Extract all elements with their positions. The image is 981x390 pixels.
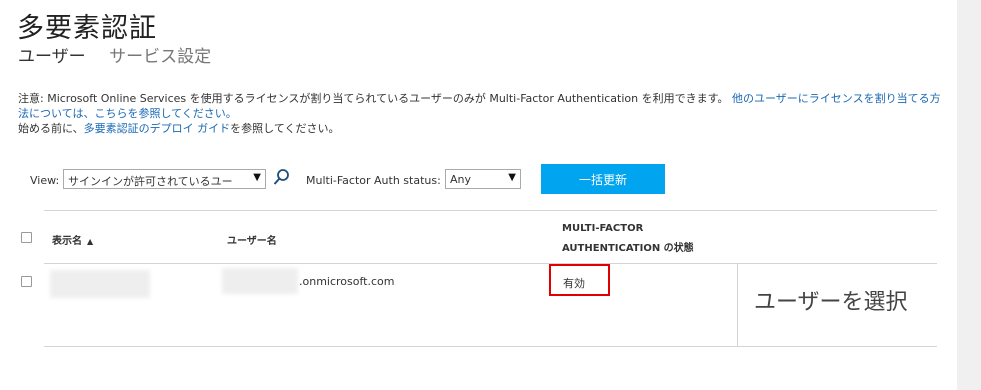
mfa-status-value: 有効 bbox=[563, 277, 585, 290]
view-label: View: bbox=[30, 174, 60, 187]
mfa-page: 多要素認証 ユーザー サービス設定 注意: Microsoft Online S… bbox=[0, 0, 981, 390]
user-name-domain: .onmicrosoft.com bbox=[299, 275, 395, 288]
mfa-status-select[interactable]: Any ▼ bbox=[445, 169, 521, 189]
mfa-status-label: Multi-Factor Auth status: bbox=[306, 174, 441, 187]
mfa-status-header-line1[interactable]: MULTI-FACTOR bbox=[562, 223, 643, 234]
bulk-update-button[interactable]: 一括更新 bbox=[541, 164, 665, 194]
table-row[interactable]: .onmicrosoft.com 有効 bbox=[0, 264, 737, 346]
sort-ascending-icon: ▲ bbox=[87, 237, 94, 246]
notice-text: 注意: Microsoft Online Services を使用するライセンス… bbox=[18, 91, 948, 136]
select-all-checkbox[interactable] bbox=[21, 232, 32, 243]
tab-users[interactable]: ユーザー bbox=[18, 42, 86, 67]
row-checkbox[interactable] bbox=[21, 276, 32, 287]
redacted-user-name bbox=[222, 268, 298, 294]
table-header-row: 表示名 ▲ ユーザー名 MULTI-FACTOR AUTHENTICATION の… bbox=[0, 218, 937, 262]
select-user-panel: ユーザーを選択 bbox=[737, 264, 938, 346]
mfa-status-select-value: Any bbox=[450, 173, 472, 186]
table-top-divider bbox=[44, 210, 937, 211]
page-title: 多要素認証 bbox=[17, 13, 157, 44]
mfa-status-header-line2: AUTHENTICATION の状態 bbox=[562, 243, 694, 254]
notice-line2-suffix: を参照してください。 bbox=[230, 122, 340, 135]
chevron-down-icon: ▼ bbox=[508, 172, 516, 183]
select-user-text: ユーザーを選択 bbox=[754, 290, 908, 315]
view-select[interactable]: サインインが許可されているユー ▼ bbox=[63, 169, 266, 189]
filter-bar: View: サインインが許可されているユー ▼ Multi-Factor Aut… bbox=[30, 164, 730, 194]
display-name-header[interactable]: 表示名 ▲ bbox=[52, 232, 93, 247]
redacted-display-name bbox=[50, 270, 150, 298]
display-name-header-label: 表示名 bbox=[52, 236, 82, 247]
user-name-header[interactable]: ユーザー名 bbox=[227, 232, 277, 247]
chevron-down-icon: ▼ bbox=[253, 172, 261, 183]
view-select-value: サインインが許可されているユー bbox=[68, 175, 233, 188]
tab-bar: ユーザー サービス設定 bbox=[18, 42, 229, 67]
notice-line2-prefix: 始める前に、 bbox=[18, 122, 84, 135]
table-bottom-divider bbox=[44, 346, 937, 347]
deploy-guide-link[interactable]: 多要素認証のデプロイ ガイド bbox=[84, 122, 231, 135]
tab-service-settings[interactable]: サービス設定 bbox=[109, 42, 211, 67]
right-scroll-strip bbox=[957, 0, 981, 390]
search-icon[interactable] bbox=[272, 168, 292, 188]
notice-line1-text: 注意: Microsoft Online Services を使用するライセンス… bbox=[18, 92, 729, 105]
mfa-status-highlight: 有効 bbox=[549, 264, 610, 296]
